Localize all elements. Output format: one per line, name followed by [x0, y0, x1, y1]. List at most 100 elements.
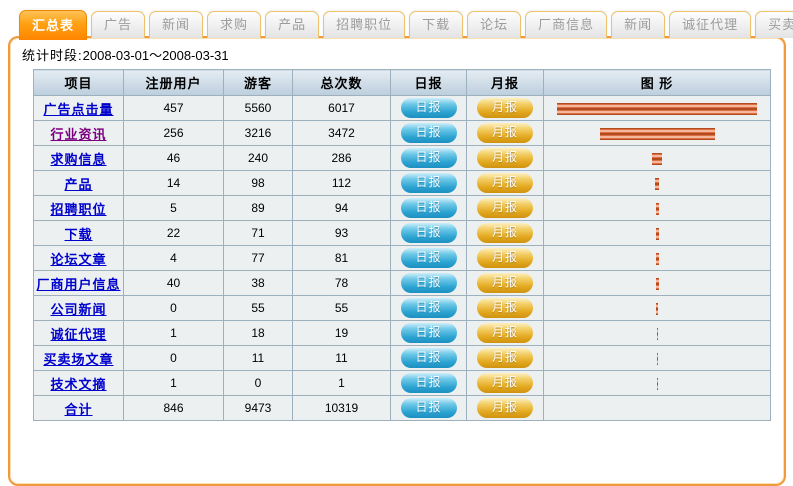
monthly-report-cell: 月报 — [467, 96, 544, 121]
item-cell: 合计 — [34, 396, 124, 421]
tab-bar: 汇总表广告新闻求购产品招聘职位下载论坛厂商信息新闻诚征代理买卖场文章文摘 — [19, 8, 793, 38]
table-row: 公司新闻05555日报月报 — [34, 296, 771, 321]
item-link[interactable]: 论坛文章 — [50, 252, 106, 267]
daily-report-button[interactable]: 日报 — [401, 148, 457, 168]
item-link[interactable]: 合计 — [64, 402, 92, 417]
guests-cell: 9473 — [224, 396, 293, 421]
content-panel: 统计时段:2008-03-01～2008-03-31 项目注册用户游客总次数日报… — [8, 36, 786, 486]
daily-report-cell: 日报 — [391, 221, 467, 246]
stat-period-value: 2008-03-01～2008-03-31 — [83, 48, 229, 63]
tab-求购[interactable]: 求购 — [207, 11, 261, 38]
item-link[interactable]: 求购信息 — [50, 152, 106, 167]
daily-report-button[interactable]: 日报 — [401, 348, 457, 368]
total-count-cell: 55 — [293, 296, 391, 321]
tab-新闻[interactable]: 新闻 — [149, 11, 203, 38]
tab-下载[interactable]: 下载 — [409, 11, 463, 38]
monthly-report-cell: 月报 — [467, 221, 544, 246]
item-link[interactable]: 招聘职位 — [50, 202, 106, 217]
tab-广告[interactable]: 广告 — [91, 11, 145, 38]
value-bar — [656, 253, 659, 265]
guests-cell: 98 — [224, 171, 293, 196]
graph-cell — [544, 296, 771, 321]
monthly-report-button[interactable]: 月报 — [477, 298, 533, 318]
daily-report-cell: 日报 — [391, 321, 467, 346]
tab-论坛[interactable]: 论坛 — [467, 11, 521, 38]
value-bar — [600, 128, 715, 140]
tab-招聘职位[interactable]: 招聘职位 — [323, 11, 405, 38]
item-link[interactable]: 广告点击量 — [43, 102, 113, 117]
guests-cell: 3216 — [224, 121, 293, 146]
item-link[interactable]: 买卖场文章 — [43, 352, 113, 367]
monthly-report-cell: 月报 — [467, 371, 544, 396]
stats-table: 项目注册用户游客总次数日报月报图 形 广告点击量45755606017日报月报行… — [33, 69, 771, 421]
item-link[interactable]: 下载 — [64, 227, 92, 242]
daily-report-cell: 日报 — [391, 196, 467, 221]
tab-新闻[interactable]: 新闻 — [611, 11, 665, 38]
daily-report-cell: 日报 — [391, 371, 467, 396]
value-bar — [652, 153, 662, 165]
monthly-report-button[interactable]: 月报 — [477, 173, 533, 193]
daily-report-cell: 日报 — [391, 246, 467, 271]
daily-report-cell: 日报 — [391, 346, 467, 371]
monthly-report-cell: 月报 — [467, 321, 544, 346]
item-link[interactable]: 技术文摘 — [50, 377, 106, 392]
total-count-cell: 78 — [293, 271, 391, 296]
daily-report-button[interactable]: 日报 — [401, 273, 457, 293]
item-link[interactable]: 厂商用户信息 — [36, 277, 120, 292]
daily-report-button[interactable]: 日报 — [401, 323, 457, 343]
daily-report-button[interactable]: 日报 — [401, 223, 457, 243]
graph-cell — [544, 246, 771, 271]
monthly-report-button[interactable]: 月报 — [477, 223, 533, 243]
item-cell: 招聘职位 — [34, 196, 124, 221]
daily-report-button[interactable]: 日报 — [401, 373, 457, 393]
daily-report-button[interactable]: 日报 — [401, 198, 457, 218]
monthly-report-button[interactable]: 月报 — [477, 98, 533, 118]
monthly-report-button[interactable]: 月报 — [477, 198, 533, 218]
graph-cell — [544, 221, 771, 246]
monthly-report-button[interactable]: 月报 — [477, 123, 533, 143]
daily-report-button[interactable]: 日报 — [401, 98, 457, 118]
monthly-report-button[interactable]: 月报 — [477, 273, 533, 293]
registered-users-cell: 0 — [124, 296, 224, 321]
guests-cell: 77 — [224, 246, 293, 271]
item-cell: 广告点击量 — [34, 96, 124, 121]
tab-厂商信息[interactable]: 厂商信息 — [525, 11, 607, 38]
total-count-cell: 1 — [293, 371, 391, 396]
daily-report-cell: 日报 — [391, 271, 467, 296]
monthly-report-button[interactable]: 月报 — [477, 373, 533, 393]
monthly-report-button[interactable]: 月报 — [477, 323, 533, 343]
tab-产品[interactable]: 产品 — [265, 11, 319, 38]
graph-cell — [544, 196, 771, 221]
daily-report-button[interactable]: 日报 — [401, 248, 457, 268]
registered-users-cell: 256 — [124, 121, 224, 146]
daily-report-button[interactable]: 日报 — [401, 398, 457, 418]
registered-users-cell: 0 — [124, 346, 224, 371]
item-link[interactable]: 公司新闻 — [50, 302, 106, 317]
registered-users-cell: 4 — [124, 246, 224, 271]
item-cell: 技术文摘 — [34, 371, 124, 396]
graph-cell — [544, 371, 771, 396]
graph-cell — [544, 346, 771, 371]
daily-report-button[interactable]: 日报 — [401, 298, 457, 318]
item-link[interactable]: 诚征代理 — [50, 327, 106, 342]
table-row: 下载227193日报月报 — [34, 221, 771, 246]
monthly-report-button[interactable]: 月报 — [477, 248, 533, 268]
monthly-report-cell: 月报 — [467, 296, 544, 321]
item-cell: 厂商用户信息 — [34, 271, 124, 296]
daily-report-button[interactable]: 日报 — [401, 123, 457, 143]
column-header: 图 形 — [544, 70, 771, 96]
tab-买卖场文章[interactable]: 买卖场文章 — [755, 11, 793, 38]
item-link[interactable]: 行业资讯 — [50, 127, 106, 142]
monthly-report-button[interactable]: 月报 — [477, 348, 533, 368]
tab-汇总表-active[interactable]: 汇总表 — [19, 10, 87, 40]
item-link[interactable]: 产品 — [64, 177, 92, 192]
monthly-report-button[interactable]: 月报 — [477, 148, 533, 168]
column-header: 项目 — [34, 70, 124, 96]
daily-report-button[interactable]: 日报 — [401, 173, 457, 193]
tab-诚征代理[interactable]: 诚征代理 — [669, 11, 751, 38]
table-row: 招聘职位58994日报月报 — [34, 196, 771, 221]
registered-users-cell: 22 — [124, 221, 224, 246]
monthly-report-button[interactable]: 月报 — [477, 398, 533, 418]
column-header: 月报 — [467, 70, 544, 96]
value-bar — [656, 278, 659, 290]
